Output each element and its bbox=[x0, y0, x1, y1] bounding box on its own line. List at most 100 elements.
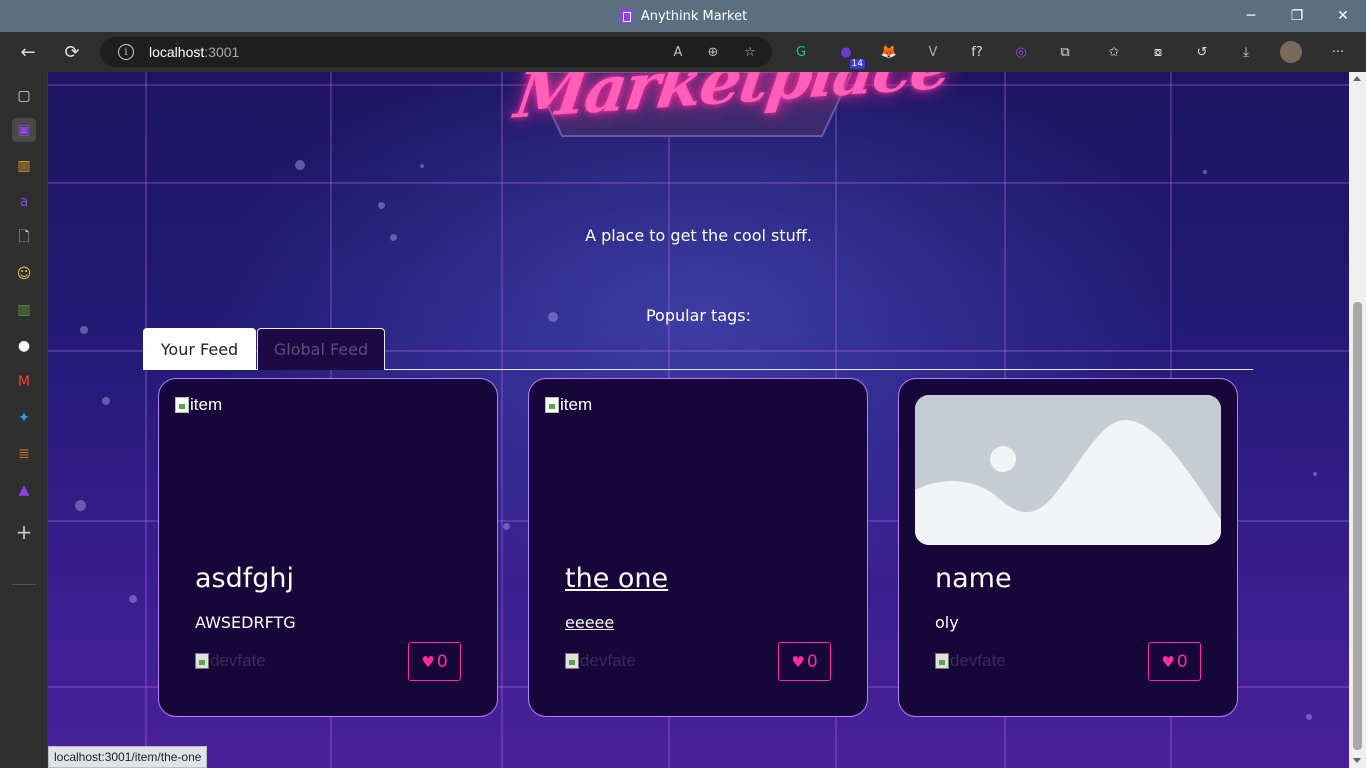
item-card[interactable]: item asdfghj AWSEDRFTG devfate ♥ 0 bbox=[158, 378, 498, 717]
tagline: A place to get the cool stuff. bbox=[585, 226, 812, 245]
item-description[interactable]: oly bbox=[935, 613, 959, 632]
background-particle bbox=[75, 500, 86, 511]
more-menu-icon[interactable]: ··· bbox=[1327, 41, 1349, 63]
sidebar-item-chart2-icon[interactable]: ▥ bbox=[12, 298, 36, 322]
feed-tabs: Your Feed Global Feed bbox=[143, 328, 1253, 370]
collections-icon[interactable]: ⧇ bbox=[1147, 41, 1169, 63]
broken-image-icon bbox=[195, 653, 209, 669]
extensions-icon[interactable]: ⧉ bbox=[1054, 41, 1076, 63]
author-avatar-broken[interactable]: devfate bbox=[565, 651, 636, 671]
refresh-icon[interactable]: ⟳ bbox=[54, 34, 90, 70]
window-titlebar: Anythink Market bbox=[0, 0, 1366, 32]
author-alt: devfate bbox=[950, 651, 1006, 670]
page-scrollbar[interactable] bbox=[1349, 72, 1366, 768]
extension-badge-count: 14 bbox=[849, 59, 865, 69]
downloads-icon[interactable]: ⤓ bbox=[1235, 41, 1257, 63]
window-title: Anythink Market bbox=[640, 8, 748, 24]
sidebar-item-anythink-icon[interactable]: ▣ bbox=[12, 118, 36, 142]
font-ninja-icon[interactable]: f? bbox=[966, 41, 988, 63]
background-particle bbox=[80, 326, 88, 334]
restore-button[interactable]: ❐ bbox=[1274, 0, 1320, 32]
sidebar-item-dark-a-icon[interactable]: a bbox=[12, 190, 36, 214]
author-alt: devfate bbox=[580, 651, 636, 670]
scroll-down-arrow-icon[interactable] bbox=[1353, 758, 1361, 763]
heart-icon: ♥ bbox=[791, 652, 805, 671]
sidebar-item-chart-icon[interactable]: ▥ bbox=[12, 154, 36, 178]
tab-global-feed[interactable]: Global Feed bbox=[257, 328, 385, 370]
mountain-landscape-icon bbox=[915, 395, 1221, 545]
broken-image-icon bbox=[565, 653, 579, 669]
history-icon[interactable]: ↺ bbox=[1191, 41, 1213, 63]
grid-line bbox=[48, 182, 1349, 184]
author-alt: devfate bbox=[210, 651, 266, 670]
heart-icon: ♥ bbox=[421, 652, 435, 671]
metamask-icon[interactable]: 🦊 bbox=[878, 41, 900, 63]
grid-line bbox=[501, 72, 503, 768]
read-aloud-icon[interactable]: A bbox=[668, 42, 688, 62]
item-description[interactable]: eeeee bbox=[565, 613, 614, 632]
favorite-button[interactable]: ♥ 0 bbox=[408, 642, 461, 681]
item-image-alt: item bbox=[190, 395, 223, 414]
address-bar[interactable]: i localhost:3001 A ⊕ ☆ bbox=[100, 37, 772, 67]
item-title[interactable]: the one bbox=[565, 563, 668, 594]
purple-ext-icon[interactable]: ◎ bbox=[1010, 41, 1032, 63]
zoom-icon[interactable]: ⊕ bbox=[703, 42, 723, 62]
sidebar-item-document-icon[interactable]: 🗋 bbox=[12, 226, 36, 250]
favorite-count: 0 bbox=[806, 651, 818, 672]
sidebar-item-rocket-icon[interactable]: ▲ bbox=[12, 478, 36, 502]
url-port: :3001 bbox=[204, 44, 240, 60]
broken-image-icon bbox=[545, 397, 559, 413]
sidebar-divider bbox=[12, 584, 36, 585]
background-particle bbox=[129, 595, 137, 603]
favorites-icon[interactable]: ✩ bbox=[1103, 41, 1125, 63]
item-card[interactable]: item the one eeeee devfate ♥ 0 bbox=[528, 378, 868, 717]
item-image-alt: item bbox=[560, 395, 593, 414]
scroll-up-arrow-icon[interactable] bbox=[1353, 76, 1361, 81]
background-particle bbox=[1203, 170, 1207, 174]
background-particle bbox=[420, 164, 424, 168]
info-icon[interactable]: i bbox=[118, 44, 134, 60]
sidebar-item-github-icon[interactable]: ● bbox=[12, 334, 36, 358]
grid-line bbox=[145, 72, 147, 768]
background-particle bbox=[503, 523, 510, 530]
scrollbar-thumb[interactable] bbox=[1353, 302, 1362, 750]
favorite-button[interactable]: ♥ 0 bbox=[778, 642, 831, 681]
background-particle bbox=[295, 160, 305, 170]
add-favorite-icon[interactable]: ☆ bbox=[740, 42, 760, 62]
sidebar-item-emoji-icon[interactable]: ☺ bbox=[12, 262, 36, 286]
heart-icon: ♥ bbox=[1161, 652, 1175, 671]
favorite-count: 0 bbox=[1176, 651, 1188, 672]
app-icon bbox=[618, 9, 633, 23]
vue-devtools-icon[interactable]: V bbox=[922, 41, 944, 63]
url-text[interactable]: localhost:3001 bbox=[149, 44, 239, 60]
sidebar-item-gmail-icon[interactable]: M bbox=[12, 370, 36, 394]
broken-image-icon bbox=[935, 653, 949, 669]
background-particle bbox=[102, 397, 110, 405]
item-description[interactable]: AWSEDRFTG bbox=[195, 613, 296, 632]
minimize-button[interactable]: ─ bbox=[1228, 0, 1274, 32]
status-link-preview: localhost:3001/item/the-one bbox=[48, 746, 208, 768]
add-sidebar-icon[interactable]: + bbox=[12, 520, 36, 544]
background-particle bbox=[1306, 714, 1312, 720]
item-title[interactable]: asdfghj bbox=[195, 563, 294, 594]
page-content: Marketplace A place to get the cool stuf… bbox=[48, 72, 1349, 768]
favorite-count: 0 bbox=[436, 651, 448, 672]
sidebar-item-tabs-icon[interactable]: ▢ bbox=[12, 84, 36, 108]
grammarly-icon[interactable]: G bbox=[790, 41, 812, 63]
tab-your-feed[interactable]: Your Feed bbox=[143, 328, 256, 370]
url-host: localhost bbox=[149, 44, 205, 60]
profile-avatar[interactable] bbox=[1280, 41, 1302, 63]
author-avatar-broken[interactable]: devfate bbox=[195, 651, 266, 671]
author-avatar-broken[interactable]: devfate bbox=[935, 651, 1006, 671]
broken-image-icon bbox=[175, 397, 189, 413]
placeholder-image-icon[interactable] bbox=[915, 395, 1221, 545]
sidebar-item-twitter-icon[interactable]: ✦ bbox=[12, 406, 36, 430]
favorite-button[interactable]: ♥ 0 bbox=[1148, 642, 1201, 681]
item-card[interactable]: name oly devfate ♥ 0 bbox=[898, 378, 1238, 717]
item-title[interactable]: name bbox=[935, 563, 1012, 594]
sidebar-item-stack-icon[interactable]: ≣ bbox=[12, 442, 36, 466]
item-image-broken[interactable]: item bbox=[545, 395, 592, 415]
close-window-button[interactable]: ✕ bbox=[1320, 0, 1366, 32]
item-image-broken[interactable]: item bbox=[175, 395, 222, 415]
back-icon[interactable]: ← bbox=[10, 34, 46, 70]
